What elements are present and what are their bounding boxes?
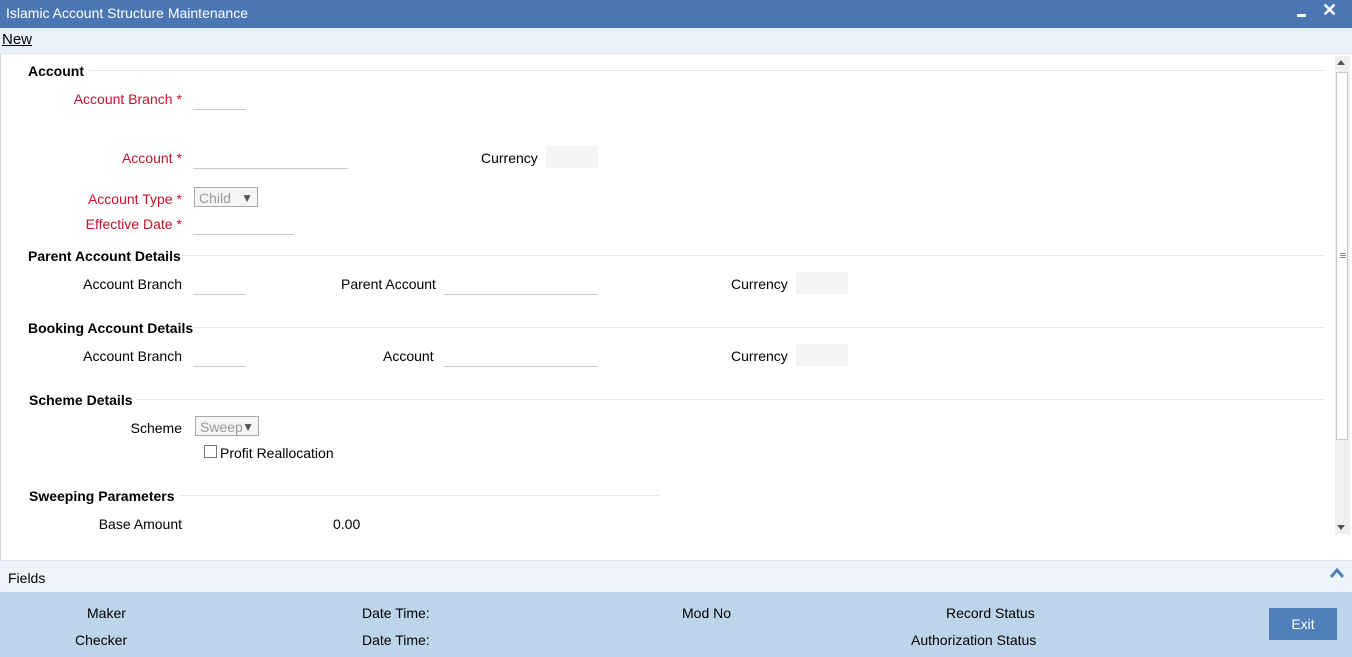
exit-button[interactable]: Exit [1269,608,1337,640]
base-amount-value: 0.00 [333,516,361,532]
scheme-select[interactable]: Sweep ▼ [195,416,259,436]
scroll-thumb[interactable] [1336,72,1348,440]
account-input[interactable] [193,146,348,169]
chevron-down-icon: ▼ [242,420,254,434]
scheme-value: Sweep [200,419,243,435]
minimize-icon[interactable] [1294,3,1310,23]
account-currency-field [546,146,598,168]
section-parent-title: Parent Account Details [28,248,181,264]
effective-date-label: Effective Date * [85,216,182,232]
close-icon[interactable]: ✕ [1322,0,1337,21]
base-amount-label: Base Amount [98,516,182,532]
section-divider [191,327,1324,328]
scroll-down-icon[interactable] [1337,525,1345,530]
grip-icon [1340,253,1346,254]
parent-currency-field [796,272,848,294]
window-title: Islamic Account Structure Maintenance [6,5,249,21]
scroll-up-icon[interactable] [1337,60,1345,65]
section-divider [179,495,659,496]
account-currency-label: Currency [481,150,538,166]
section-divider [89,70,1324,71]
section-divider [136,399,1324,400]
parent-branch-label: Account Branch [83,276,182,292]
parent-branch-input[interactable] [193,272,246,295]
account-type-select[interactable]: Child ▼ [194,187,258,207]
effective-date-input[interactable] [193,212,294,235]
authorization-status-label: Authorization Status [911,632,1037,648]
title-bar: Islamic Account Structure Maintenance ✕ [0,0,1352,28]
maker-label: Maker [87,605,126,621]
record-status-label: Record Status [946,605,1035,621]
chevron-down-icon: ▼ [241,191,253,205]
parent-currency-label: Currency [731,276,788,292]
maker-date-time-label: Date Time: [362,605,430,621]
mod-no-label: Mod No [682,605,732,621]
profit-reallocation-label: Profit Reallocation [220,445,334,461]
section-booking-title: Booking Account Details [28,320,194,336]
chevron-up-icon[interactable] [1330,566,1344,580]
booking-currency-label: Currency [731,348,788,364]
fields-bar: Fields [0,560,1352,593]
account-branch-label: Account Branch * [73,91,182,107]
account-type-value: Child [199,190,231,206]
fields-label[interactable]: Fields [8,570,45,586]
booking-currency-field [796,344,848,366]
parent-account-label: Parent Account [341,276,436,292]
parent-account-input[interactable] [444,272,598,295]
section-divider [181,255,1324,256]
checker-label: Checker [75,632,128,648]
vertical-scrollbar[interactable] [1335,56,1350,534]
booking-branch-input[interactable] [193,344,246,367]
booking-account-label: Account [383,348,434,364]
section-account-title: Account [28,63,84,79]
section-scheme-title: Scheme Details [29,392,133,408]
booking-branch-label: Account Branch [83,348,182,364]
section-sweeping-title: Sweeping Parameters [29,488,175,504]
form-content: Account Account Branch * Account * Currenc… [0,54,1352,560]
new-menu-link[interactable]: New [2,31,32,48]
account-label: Account * [121,150,182,166]
menu-bar: New [0,28,1352,54]
account-type-label: Account Type * [87,191,182,207]
profit-reallocation-checkbox[interactable] [204,445,217,458]
audit-footer: Maker Checker Date Time: Date Time: Mod … [0,592,1352,657]
account-branch-input[interactable] [193,87,246,110]
scheme-label: Scheme [130,420,182,436]
checker-date-time-label: Date Time: [362,632,430,648]
booking-account-input[interactable] [444,344,598,367]
